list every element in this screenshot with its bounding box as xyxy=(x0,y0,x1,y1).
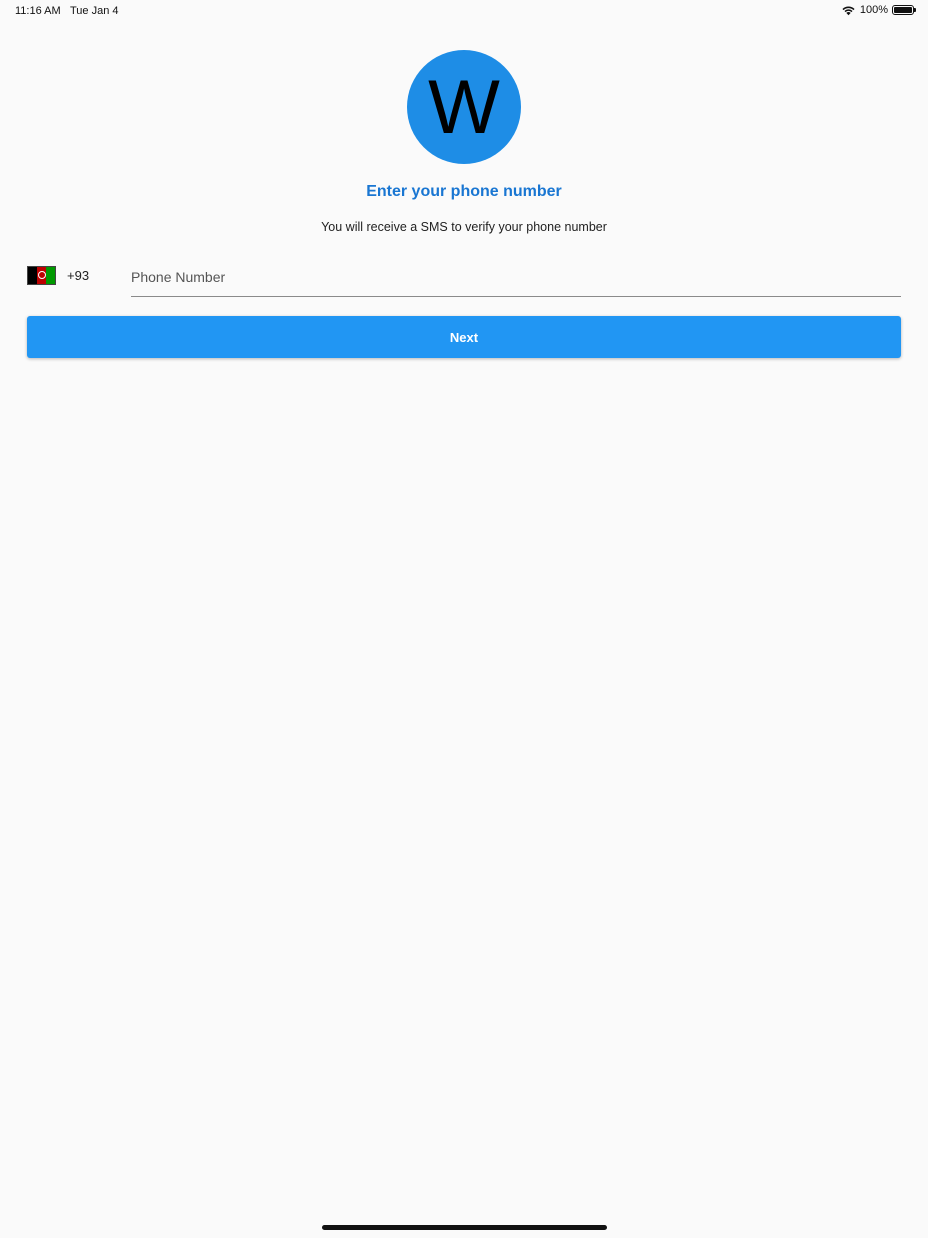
app-logo: W xyxy=(407,50,521,164)
status-time: 11:16 AM xyxy=(15,5,61,17)
status-date: Tue Jan 4 xyxy=(70,5,119,17)
page-title: Enter your phone number xyxy=(366,183,562,200)
battery-percent: 100% xyxy=(859,4,888,16)
battery-icon xyxy=(892,5,916,15)
phone-verification-screen: 11:16 AM Tue Jan 4 100% W Enter your pho… xyxy=(0,0,928,1238)
next-button[interactable]: Next xyxy=(27,316,901,358)
status-indicators: 100% xyxy=(841,4,916,16)
wifi-icon xyxy=(842,6,855,15)
page-subtitle: You will receive a SMS to verify your ph… xyxy=(321,220,607,234)
dial-code: +93 xyxy=(67,267,90,283)
phone-number-input[interactable] xyxy=(131,264,901,297)
afghanistan-flag-icon xyxy=(27,265,56,285)
home-indicator xyxy=(322,1225,607,1230)
status-bar: 11:16 AM Tue Jan 4 100% xyxy=(0,0,928,22)
country-code-picker[interactable]: +93 xyxy=(27,262,117,288)
logo-letter: W xyxy=(428,65,500,150)
